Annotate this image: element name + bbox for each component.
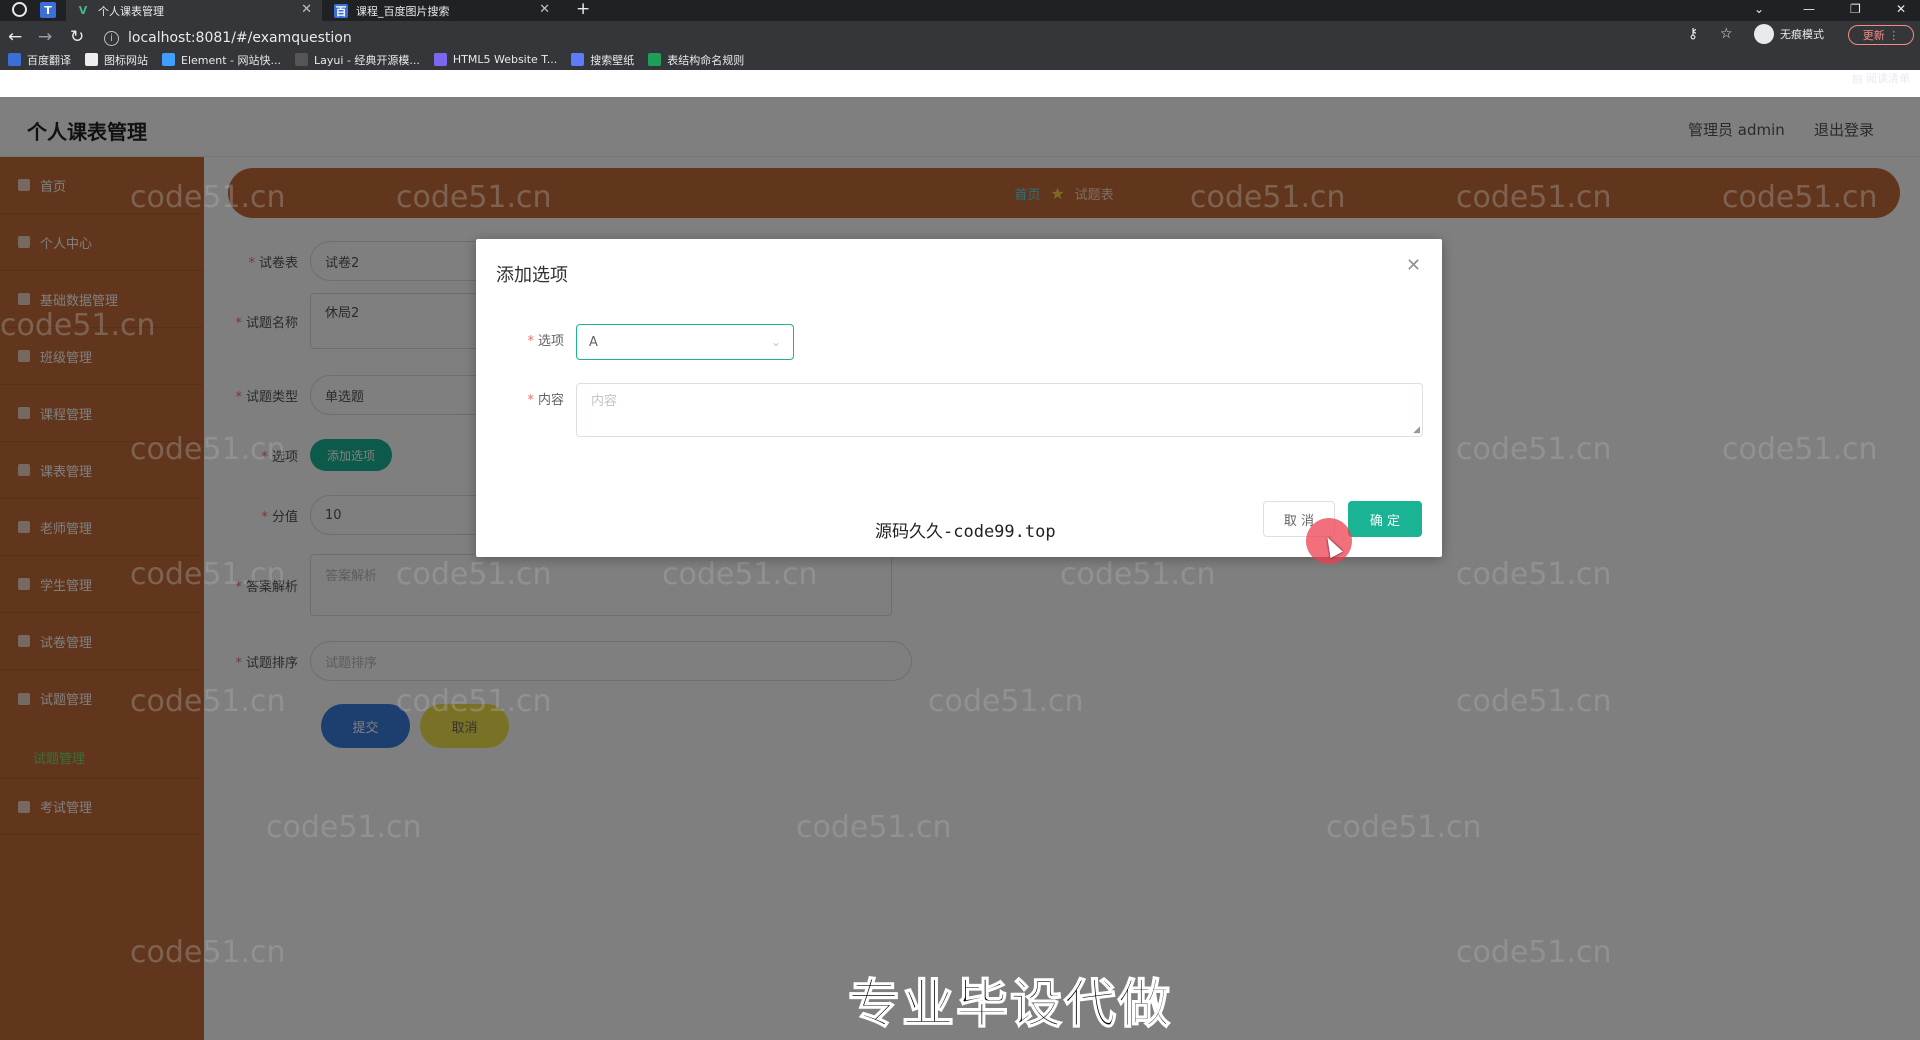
element-icon — [162, 53, 175, 66]
key-icon[interactable]: ⚷ — [1688, 26, 1698, 42]
update-button[interactable]: 更新 ⋮ — [1848, 25, 1914, 45]
content-placeholder: 内容 — [591, 394, 618, 409]
video-caption: 专业毕设代做 — [847, 974, 1173, 1036]
bookmark-label: 图标网站 — [104, 53, 148, 67]
flag-icon — [85, 53, 98, 66]
dialog-title: 添加选项 — [496, 265, 568, 286]
content-label: * 内容 — [527, 393, 564, 408]
dialog-confirm-button[interactable]: 确 定 — [1348, 501, 1422, 537]
option-select[interactable]: A ⌄ — [576, 324, 794, 360]
pinned-tab-icon[interactable]: T — [40, 2, 56, 18]
browser-menu-icon[interactable] — [12, 2, 27, 17]
content-textarea[interactable]: 内容 ◢ — [576, 383, 1423, 437]
bookmark-item[interactable]: 表结构命名规则 — [648, 52, 744, 68]
url-text: localhost:8081/#/examquestion — [128, 30, 352, 46]
add-option-dialog: 添加选项 ✕ * 选项 A ⌄ * 内容 内容 ◢ 源码久久-code99.top … — [476, 239, 1442, 557]
bookmark-star-icon[interactable]: ☆ — [1720, 26, 1733, 42]
browser-tab-bar: T V 个人课表管理 ✕ 百 课程_百度图片搜索 ✕ + ⌄ — ❐ ✕ — [0, 0, 1920, 21]
layui-icon — [295, 53, 308, 66]
url-field[interactable]: i localhost:8081/#/examquestion — [104, 27, 1704, 49]
resize-grip-icon[interactable]: ◢ — [1413, 425, 1420, 435]
wallpaper-icon — [571, 53, 585, 66]
dialog-row-content: * 内容 内容 ◢ — [496, 383, 1423, 437]
tab-active[interactable]: V 个人课表管理 ✕ — [66, 0, 322, 21]
incognito-label: 无痕模式 — [1780, 28, 1824, 41]
sheet-icon — [648, 53, 662, 66]
bookmark-item[interactable]: HTML5 Website T... — [433, 53, 558, 66]
bookmark-item[interactable]: Layui - 经典开源模... — [295, 52, 420, 68]
incognito-indicator[interactable]: 无痕模式 — [1754, 24, 1824, 44]
close-window-icon[interactable]: ✕ — [1896, 0, 1906, 21]
overlay-caption: 源码久久-code99.top — [875, 522, 1056, 542]
bookmark-label: Layui - 经典开源模... — [314, 53, 420, 67]
reading-list-icon: ▤ — [1852, 71, 1866, 85]
close-tab-icon[interactable]: ✕ — [301, 2, 312, 17]
tab-title: 课程_百度图片搜索 — [356, 4, 450, 18]
close-icon[interactable]: ✕ — [1406, 255, 1421, 276]
option-select-value: A — [589, 334, 598, 350]
address-bar: ← → ↻ i localhost:8081/#/examquestion ⚷ … — [0, 21, 1920, 70]
tab-title: 个人课表管理 — [98, 4, 164, 18]
reading-list-label: 阅读清单 — [1866, 72, 1910, 85]
chevron-down-icon: ⌄ — [770, 335, 781, 349]
bookmark-item[interactable]: 图标网站 — [85, 52, 148, 68]
incognito-icon — [1754, 24, 1774, 44]
update-label: 更新 — [1862, 29, 1885, 42]
close-tab-icon[interactable]: ✕ — [539, 2, 550, 17]
bookmark-label: 搜索壁纸 — [590, 53, 635, 67]
bookmark-item[interactable]: Element - 网站快... — [162, 52, 281, 68]
back-icon[interactable]: ← — [8, 27, 22, 47]
bookmark-item[interactable]: 百度翻译 — [8, 52, 71, 68]
bookmark-label: Element - 网站快... — [181, 53, 281, 67]
tab-inactive[interactable]: 百 课程_百度图片搜索 ✕ — [324, 0, 560, 21]
tab-search-icon[interactable]: ⌄ — [1754, 0, 1764, 21]
html5-icon — [433, 53, 447, 66]
bookmark-item[interactable]: 搜索壁纸 — [571, 52, 634, 68]
translate-icon — [8, 53, 21, 66]
bookmark-label: 百度翻译 — [27, 53, 71, 67]
forward-icon[interactable]: → — [38, 27, 52, 47]
dialog-row-option: * 选项 A ⌄ — [496, 324, 794, 360]
reload-icon[interactable]: ↻ — [70, 27, 84, 47]
bookmarks-bar: 百度翻译 图标网站 Element - 网站快... Layui - 经典开源模… — [0, 49, 1920, 70]
bookmark-label: 表结构命名规则 — [667, 53, 745, 67]
baidu-icon: 百 — [334, 3, 348, 18]
option-label: * 选项 — [527, 334, 564, 349]
bookmark-label: HTML5 Website T... — [452, 53, 558, 66]
site-info-icon[interactable]: i — [104, 30, 119, 46]
vue-icon: V — [78, 4, 88, 17]
restore-icon[interactable]: ❐ — [1850, 0, 1861, 21]
reading-list[interactable]: ▤ 阅读清单 — [1852, 70, 1910, 86]
minimize-icon[interactable]: — — [1803, 0, 1815, 21]
new-tab-icon[interactable]: + — [576, 0, 590, 21]
